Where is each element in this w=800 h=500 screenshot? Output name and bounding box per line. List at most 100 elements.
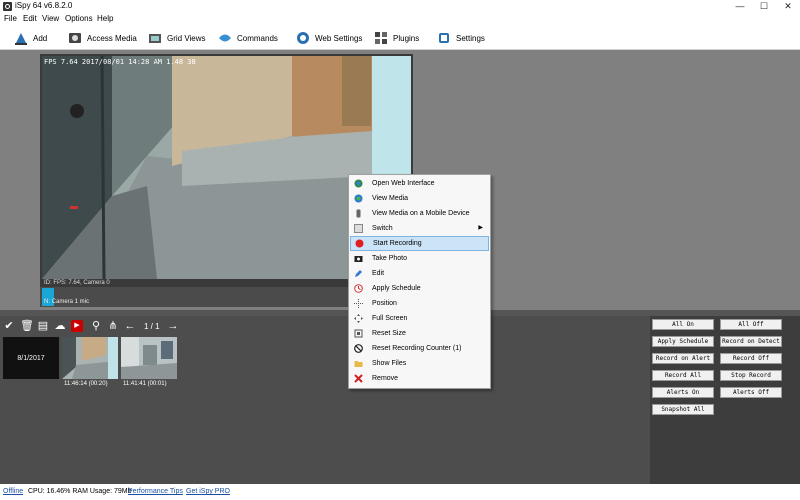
document-icon[interactable]: ▤ <box>37 320 49 332</box>
app-logo-icon <box>3 2 12 11</box>
position-icon <box>354 299 363 308</box>
toolbar-access-media-button[interactable]: Access Media <box>68 29 137 47</box>
folder-icon <box>354 361 363 367</box>
close-button[interactable]: ✕ <box>776 0 800 13</box>
offline-link[interactable]: Offline <box>3 488 23 495</box>
menu-help[interactable]: Help <box>97 14 113 23</box>
camera-icon <box>354 256 363 262</box>
ctx-remove[interactable]: Remove <box>350 371 489 386</box>
select-all-icon[interactable]: ✔ <box>3 320 15 332</box>
get-ispy-pro-link[interactable]: Get iSpy PRO <box>186 488 230 495</box>
record-off-button[interactable]: Record Off <box>720 353 782 364</box>
ctx-view-media[interactable]: View Media <box>350 191 489 206</box>
menu-options[interactable]: Options <box>65 14 93 23</box>
ctx-view-media-mobile[interactable]: View Media on a Mobile Device <box>350 206 489 221</box>
title-bar: iSpy 64 v6.8.2.0 — ☐ ✕ <box>0 0 800 13</box>
toolbar-web-settings-button[interactable]: Web Settings <box>296 29 362 47</box>
mobile-icon <box>356 209 361 218</box>
date-tile[interactable]: 8/1/2017 <box>3 337 59 379</box>
next-arrow-icon[interactable]: → <box>167 320 179 332</box>
ctx-switch[interactable]: Switch ▶ <box>350 221 489 236</box>
submenu-arrow-icon: ▶ <box>478 225 483 231</box>
control-panel: All On All Off Apply Schedule Record on … <box>650 316 800 484</box>
record-on-detect-button[interactable]: Record on Detect <box>720 336 782 347</box>
reset-size-icon <box>354 329 363 338</box>
alerts-off-button[interactable]: Alerts Off <box>720 387 782 398</box>
mic-label: N: Camera 1 mic <box>44 299 90 305</box>
alerts-on-button[interactable]: Alerts On <box>652 387 714 398</box>
ctx-label: Show Files <box>372 360 407 367</box>
ctx-full-screen[interactable]: Full Screen <box>350 311 489 326</box>
edit-icon <box>355 270 362 277</box>
ctx-position[interactable]: Position <box>350 296 489 311</box>
globe-icon <box>354 179 363 188</box>
grid-views-icon <box>149 34 161 43</box>
apply-schedule-button[interactable]: Apply Schedule <box>652 336 714 347</box>
record-on-alert-button[interactable]: Record on Alert <box>652 353 714 364</box>
ctx-reset-size[interactable]: Reset Size <box>350 326 489 341</box>
plugins-icon <box>375 32 387 44</box>
ctx-take-photo[interactable]: Take Photo <box>350 251 489 266</box>
fullscreen-icon <box>354 314 363 323</box>
ctx-label: Open Web Interface <box>372 180 435 187</box>
ctx-label: Apply Schedule <box>372 285 421 292</box>
access-media-icon <box>69 33 81 43</box>
ctx-label: Switch <box>372 225 393 232</box>
all-off-button[interactable]: All Off <box>720 319 782 330</box>
toolbar-commands-label: Commands <box>237 33 278 43</box>
performance-tips-link[interactable]: Performance Tips <box>128 488 183 495</box>
cloud-upload-icon[interactable]: ☁ <box>54 320 66 332</box>
record-all-button[interactable]: Record All <box>652 370 714 381</box>
delete-icon[interactable]: 🗑 <box>20 320 34 332</box>
toolbar-web-settings-label: Web Settings <box>315 33 363 43</box>
ctx-edit[interactable]: Edit <box>350 266 489 281</box>
media-panel: ✔ 🗑 ▤ ☁ ▶ ⚲ ⋔ ← 1 / 1 → 8/1/2017 11:46:1… <box>0 316 650 484</box>
youtube-icon[interactable]: ▶ <box>71 320 83 332</box>
page-indicator: 1 / 1 <box>144 322 160 331</box>
ctx-reset-recording-counter[interactable]: Reset Recording Counter (1) <box>350 341 489 356</box>
stop-record-button[interactable]: Stop Record <box>720 370 782 381</box>
toolbar-grid-views-label: Grid Views <box>167 33 206 43</box>
minimize-button[interactable]: — <box>728 0 752 13</box>
thumbnail-image <box>62 337 118 379</box>
reset-counter-icon <box>354 344 363 353</box>
remove-icon <box>354 374 363 383</box>
tree-icon[interactable]: ⋔ <box>107 320 119 332</box>
context-menu: Open Web Interface View Media View Media… <box>348 174 491 389</box>
toolbar-plugins-button[interactable]: Plugins <box>374 29 419 47</box>
ctx-open-web-interface[interactable]: Open Web Interface <box>350 176 489 191</box>
ctx-label: Edit <box>372 270 385 277</box>
ctx-apply-schedule[interactable]: Apply Schedule <box>350 281 489 296</box>
add-camera-icon <box>15 33 27 45</box>
menu-edit[interactable]: Edit <box>23 14 37 23</box>
ctx-start-recording[interactable]: Start Recording <box>350 236 489 251</box>
toolbar-settings-button[interactable]: Settings <box>437 29 485 47</box>
ctx-label: Reset Size <box>372 330 406 337</box>
usage-text: CPU: 16.46% RAM Usage: 79Mb <box>28 488 132 495</box>
snapshot-all-button[interactable]: Snapshot All <box>652 404 714 415</box>
ctx-label: View Media on a Mobile Device <box>372 210 470 217</box>
toolbar-add-button[interactable]: Add <box>14 29 47 47</box>
search-icon[interactable]: ⚲ <box>90 320 102 332</box>
toolbar-access-media-label: Access Media <box>87 33 137 43</box>
all-on-button[interactable]: All On <box>652 319 714 330</box>
ctx-label: Reset Recording Counter (1) <box>372 345 462 352</box>
status-bar: Offline CPU: 16.46% RAM Usage: 79Mb Perf… <box>0 484 800 500</box>
media-thumbnail[interactable] <box>121 337 177 379</box>
media-thumbnail[interactable] <box>62 337 118 379</box>
thumbnail-time: 11:46:14 (00:20) <box>64 381 108 387</box>
toolbar-grid-views-button[interactable]: Grid Views <box>148 29 206 47</box>
menu-bar: File Edit View Options Help <box>0 13 800 25</box>
toolbar-commands-button[interactable]: Commands <box>218 29 278 47</box>
record-icon <box>355 239 364 248</box>
toolbar-plugins-label: Plugins <box>393 33 420 43</box>
ctx-show-files[interactable]: Show Files <box>350 356 489 371</box>
window-title: iSpy 64 v6.8.2.0 <box>15 1 73 10</box>
menu-file[interactable]: File <box>4 14 17 23</box>
schedule-icon <box>354 284 363 293</box>
camera-osd-text: FPS 7.64 2017/08/01 14:28 AM 1.48 38 <box>44 58 196 66</box>
previous-arrow-icon[interactable]: ← <box>124 320 136 332</box>
menu-view[interactable]: View <box>42 14 59 23</box>
ctx-label: Full Screen <box>372 315 408 322</box>
maximize-button[interactable]: ☐ <box>752 0 776 13</box>
